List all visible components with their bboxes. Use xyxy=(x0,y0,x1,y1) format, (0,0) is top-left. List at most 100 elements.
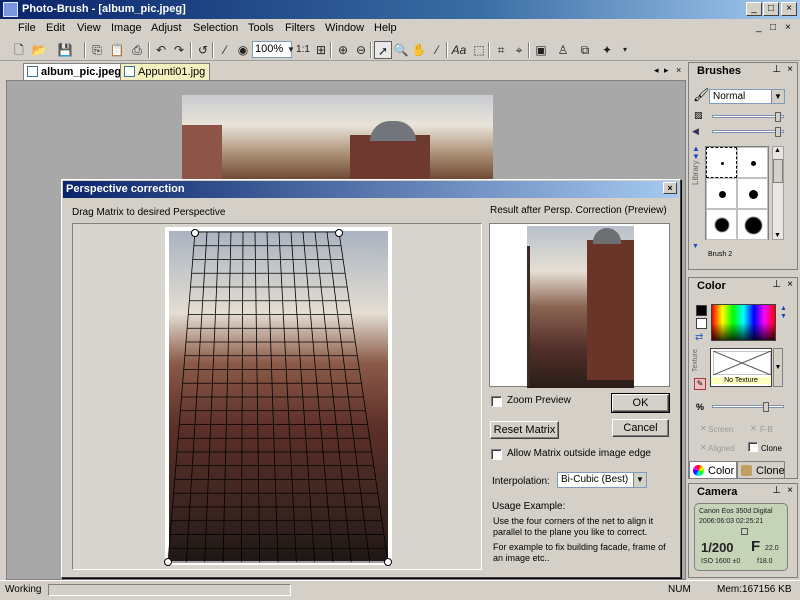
menu-help[interactable]: Help xyxy=(374,22,397,34)
close-icon[interactable]: × xyxy=(787,279,793,290)
brush-4[interactable] xyxy=(737,178,768,209)
brush-3[interactable] xyxy=(706,178,737,209)
scroll-up-icon[interactable]: ▲ xyxy=(774,147,781,154)
save-icon[interactable]: 💾 xyxy=(56,41,74,59)
chevron-down-icon[interactable]: ▼ xyxy=(771,90,784,103)
toolbar-overflow-icon[interactable]: ▾ xyxy=(616,41,634,59)
menu-window[interactable]: Window xyxy=(325,22,364,34)
layers-icon[interactable]: ⧉ xyxy=(576,41,594,59)
fb-option[interactable]: F-B xyxy=(760,425,773,434)
size-slider[interactable] xyxy=(712,127,784,137)
grid-handle-bottom-right[interactable] xyxy=(384,558,392,566)
brush-scrollbar[interactable]: ▲ ▼ xyxy=(772,146,784,240)
menu-edit[interactable]: Edit xyxy=(46,22,65,34)
filter-icon[interactable]: ▣ xyxy=(532,41,550,59)
aligned-option[interactable]: Aligned xyxy=(708,444,735,453)
pin-icon[interactable]: ⊥ xyxy=(772,279,781,290)
texture-dropdown-icon[interactable]: ▼ xyxy=(773,348,783,387)
transform-icon[interactable]: ⌖ xyxy=(510,41,528,59)
pin-icon[interactable]: ⊥ xyxy=(772,64,781,75)
copy-icon[interactable]: ⎘ xyxy=(88,41,106,59)
close-icon[interactable]: × xyxy=(787,64,793,75)
grid-handle-top-right[interactable] xyxy=(335,229,343,237)
texture-opacity-slider[interactable] xyxy=(712,402,784,412)
opacity-slider[interactable] xyxy=(712,112,784,122)
color-wheel-icon[interactable]: ◉ xyxy=(234,41,252,59)
brush-icon[interactable]: ⁄ xyxy=(216,41,234,59)
mdi-restore-button[interactable]: □ xyxy=(770,22,776,33)
chevron-down-icon[interactable]: ▼ xyxy=(633,473,646,487)
mdi-minimize-button[interactable]: _ xyxy=(756,22,762,33)
dialog-close-button[interactable]: × xyxy=(663,182,677,194)
redo-icon[interactable]: ↷ xyxy=(170,41,188,59)
pin-icon[interactable]: ⊥ xyxy=(772,485,781,496)
minimize-button[interactable]: _ xyxy=(746,2,762,16)
open-folder-icon[interactable]: 📂 xyxy=(30,41,48,59)
pointer-tool-icon[interactable]: ➚ xyxy=(374,41,392,59)
zoom-preview-checkbox[interactable] xyxy=(491,396,502,407)
menu-adjust[interactable]: Adjust xyxy=(151,22,182,34)
clone-checkbox[interactable] xyxy=(748,442,758,452)
background-color-swatch[interactable] xyxy=(696,318,707,329)
document-photo[interactable] xyxy=(182,95,493,181)
tab-close-icon[interactable]: × xyxy=(676,65,681,75)
mdi-close-button[interactable]: × xyxy=(785,22,791,33)
brush-2[interactable] xyxy=(737,147,768,178)
text-tool-icon[interactable]: Aa xyxy=(450,41,468,59)
fit-window-icon[interactable]: ⊞ xyxy=(312,41,330,59)
grid-handle-bottom-left[interactable] xyxy=(164,558,172,566)
tab-clone[interactable]: Clone xyxy=(737,461,785,479)
print-icon[interactable]: ⎙ xyxy=(128,41,146,59)
texture-swatch[interactable]: No Texture xyxy=(710,348,772,387)
menu-file[interactable]: File xyxy=(18,22,36,34)
tab-next-icon[interactable]: ▸ xyxy=(664,65,669,76)
brush-expand-icon[interactable]: ▼ xyxy=(692,243,699,250)
close-icon[interactable]: × xyxy=(787,485,793,496)
brush-tool-icon[interactable]: 🖌 xyxy=(693,87,710,103)
selection-tool-icon[interactable]: ⬚ xyxy=(470,41,488,59)
swap-colors-icon[interactable]: ⇄ xyxy=(695,332,703,343)
color-spectrum[interactable] xyxy=(711,304,776,341)
allow-outside-checkbox[interactable] xyxy=(491,449,502,460)
tab-prev-icon[interactable]: ◂ xyxy=(654,65,659,76)
grid-handle-top-left[interactable] xyxy=(191,229,199,237)
close-button[interactable]: × xyxy=(781,2,797,16)
tab-appunti01[interactable]: Appunti01.jpg xyxy=(120,63,211,80)
tab-album-pic[interactable]: album_pic.jpeg xyxy=(23,63,127,80)
interpolation-select[interactable]: Bi-Cubic (Best) ▼ xyxy=(557,472,647,488)
brush-5[interactable] xyxy=(706,209,737,240)
hand-tool-icon[interactable]: ✋ xyxy=(410,41,428,59)
spectrum-down-icon[interactable]: ▼ xyxy=(780,313,787,320)
ok-button[interactable]: OK xyxy=(611,393,670,413)
reset-matrix-button[interactable]: Reset Matrix xyxy=(490,421,559,439)
menu-image[interactable]: Image xyxy=(111,22,142,34)
eyedropper-tool-icon[interactable]: ⁄ xyxy=(428,41,446,59)
brush-6[interactable] xyxy=(737,209,768,240)
zoom-in-icon[interactable]: ⊕ xyxy=(334,41,352,59)
new-file-icon[interactable]: 🗋 xyxy=(10,41,28,59)
history-icon[interactable]: ↺ xyxy=(194,41,212,59)
menu-selection[interactable]: Selection xyxy=(193,22,238,34)
stamp-icon[interactable]: ♙ xyxy=(554,41,572,59)
menu-filters[interactable]: Filters xyxy=(285,22,315,34)
perspective-grid[interactable] xyxy=(165,227,392,565)
undo-icon[interactable]: ↶ xyxy=(152,41,170,59)
foreground-color-swatch[interactable] xyxy=(696,305,707,316)
matrix-editor[interactable] xyxy=(72,223,482,570)
blend-mode-select[interactable]: Normal ▼ xyxy=(709,89,785,104)
clear-texture-icon[interactable]: ✎ xyxy=(694,378,706,390)
menu-tools[interactable]: Tools xyxy=(248,22,274,34)
screen-option[interactable]: Screen xyxy=(708,425,733,434)
magnifier-tool-icon[interactable]: 🔍 xyxy=(392,41,410,59)
cancel-button[interactable]: Cancel xyxy=(612,419,669,437)
effects-icon[interactable]: ✦ xyxy=(598,41,616,59)
paste-icon[interactable]: 📋 xyxy=(108,41,126,59)
tab-color[interactable]: Color xyxy=(689,461,737,479)
brush-1[interactable] xyxy=(706,147,737,178)
maximize-button[interactable]: □ xyxy=(763,2,779,16)
scroll-down-icon[interactable]: ▼ xyxy=(774,232,781,239)
menu-view[interactable]: View xyxy=(77,22,101,34)
actual-size-button[interactable]: 1:1 xyxy=(294,41,312,59)
spectrum-up-icon[interactable]: ▲ xyxy=(780,305,787,312)
crop-icon[interactable]: ⌗ xyxy=(492,41,510,59)
